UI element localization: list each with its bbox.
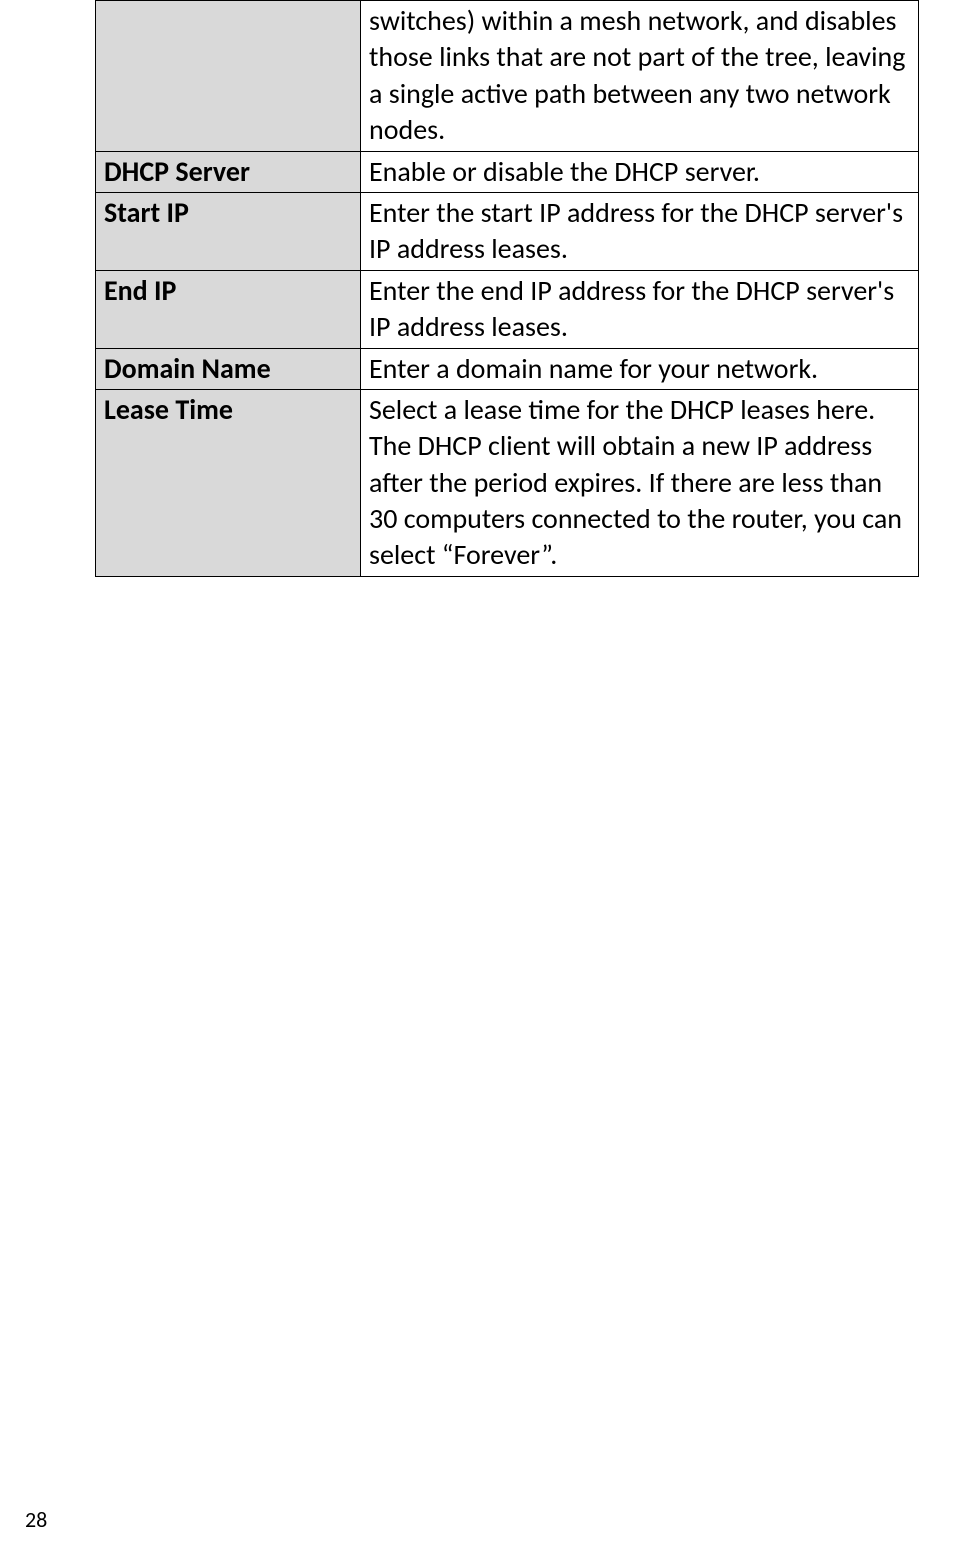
table-value-cell: Select a lease time for the DHCP leases … — [361, 389, 919, 576]
table-value-cell: Enter the start IP address for the DHCP … — [361, 192, 919, 270]
page-number: 28 — [25, 1506, 47, 1533]
table-row: Domain Name Enter a domain name for your… — [96, 348, 919, 389]
table-label-cell: Domain Name — [96, 348, 361, 389]
table-row: switches) within a mesh network, and dis… — [96, 1, 919, 152]
table-value-cell: Enter a domain name for your network. — [361, 348, 919, 389]
table-value-cell: switches) within a mesh network, and dis… — [361, 1, 919, 152]
table-label-cell: DHCP Server — [96, 151, 361, 192]
table-value-cell: Enter the end IP address for the DHCP se… — [361, 270, 919, 348]
table-label-cell — [96, 1, 361, 152]
settings-table-container: switches) within a mesh network, and dis… — [95, 0, 919, 577]
table-label-cell: Lease Time — [96, 389, 361, 576]
table-row: Lease Time Select a lease time for the D… — [96, 389, 919, 576]
table-row: Start IP Enter the start IP address for … — [96, 192, 919, 270]
table-row: End IP Enter the end IP address for the … — [96, 270, 919, 348]
table-label-cell: Start IP — [96, 192, 361, 270]
table-value-cell: Enable or disable the DHCP server. — [361, 151, 919, 192]
settings-table: switches) within a mesh network, and dis… — [95, 0, 919, 577]
table-row: DHCP Server Enable or disable the DHCP s… — [96, 151, 919, 192]
table-label-cell: End IP — [96, 270, 361, 348]
